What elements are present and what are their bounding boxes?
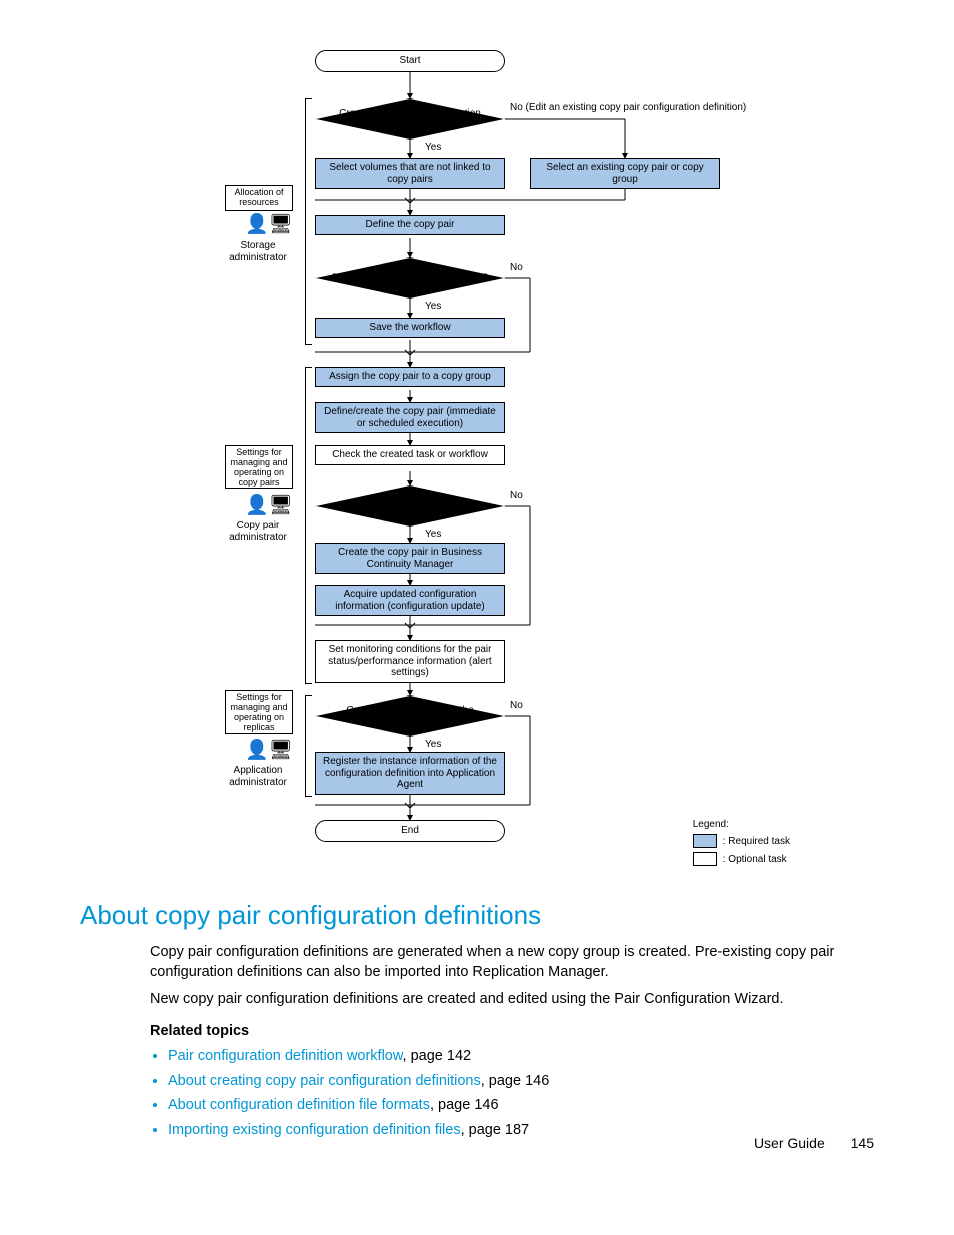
flow-bcm: Create the copy pair in Business Continu… — [315, 543, 505, 574]
page-footer: User Guide 145 — [754, 1135, 874, 1151]
flow-label-no2: No — [510, 262, 523, 273]
flow-label-yes2: Yes — [425, 301, 441, 312]
role-text-storage: Storage administrator — [218, 240, 298, 263]
section-heading: About copy pair configuration definition… — [80, 900, 874, 931]
flow-check-task: Check the created task or workflow — [315, 445, 505, 465]
role-box-allocation: Allocation of resources — [225, 185, 293, 211]
flow-label-yes1: Yes — [425, 142, 441, 153]
flow-assign: Assign the copy pair to a copy group — [315, 367, 505, 387]
flow-define-create: Define/create the copy pair (immediate o… — [315, 402, 505, 433]
person-icon: 👤🖥 — [245, 212, 293, 236]
legend-label-optional: : Optional task — [723, 854, 787, 865]
flow-end: End — [315, 820, 505, 842]
flow-select-volumes: Select volumes that are not linked to co… — [315, 158, 505, 189]
role-box-replicas: Settings for managing and operating on r… — [225, 690, 293, 734]
flow-label-yes3: Yes — [425, 529, 441, 540]
body-paragraph-1: Copy pair configuration definitions are … — [150, 943, 874, 982]
related-link[interactable]: About configuration definition file form… — [168, 1097, 430, 1113]
bracket-1 — [305, 98, 312, 345]
flow-decision-divide: Divide work among administrators? — [315, 257, 505, 299]
legend-swatch-optional — [693, 852, 717, 866]
flow-select-existing: Select an existing copy pair or copy gro… — [530, 158, 720, 189]
legend: Legend: : Required task : Optional task — [693, 819, 790, 870]
legend-label-required: : Required task — [723, 836, 790, 847]
role-box-copypair: Settings for managing and operating on c… — [225, 445, 293, 489]
flow-start: Start — [315, 50, 505, 72]
related-topics-heading: Related topics — [150, 1022, 874, 1042]
flowchart-diagram: Start Create a copy pair configuration d… — [150, 50, 790, 880]
flow-save-workflow: Save the workflow — [315, 318, 505, 338]
flow-acquire: Acquire updated configuration informatio… — [315, 585, 505, 616]
bracket-2 — [305, 367, 312, 684]
flow-label-no-edit: No (Edit an existing copy pair configura… — [510, 102, 746, 113]
related-topics-list: Pair configuration definition workflow, … — [150, 1047, 874, 1140]
role-text-copypair: Copy pair administrator — [218, 520, 298, 543]
flow-define-pair: Define the copy pair — [315, 215, 505, 235]
related-link[interactable]: Importing existing configuration definit… — [168, 1122, 461, 1138]
related-link-item: About configuration definition file form… — [168, 1096, 874, 1116]
person-icon-2: 👤🖥 — [245, 493, 293, 517]
bracket-3 — [305, 695, 312, 797]
footer-label: User Guide — [754, 1135, 825, 1151]
person-icon-3: 👤🖥 — [245, 738, 293, 762]
flow-monitor: Set monitoring conditions for the pair s… — [315, 640, 505, 683]
flow-decision-mainframe: Using a mainframe system? — [315, 485, 505, 527]
flow-register: Register the instance information of the… — [315, 752, 505, 795]
flow-decision-create: Create a copy pair configuration definit… — [315, 98, 505, 140]
related-link-item: Pair configuration definition workflow, … — [168, 1047, 874, 1067]
flow-decision-replica: Create a replica by using the configurat… — [315, 695, 505, 737]
legend-swatch-required — [693, 834, 717, 848]
related-link[interactable]: Pair configuration definition workflow — [168, 1048, 403, 1064]
flow-label-no3: No — [510, 490, 523, 501]
related-link-item: About creating copy pair configuration d… — [168, 1072, 874, 1092]
flow-label-no4: No — [510, 700, 523, 711]
role-text-application: Application administrator — [218, 765, 298, 788]
footer-page: 145 — [851, 1135, 874, 1151]
related-link[interactable]: About creating copy pair configuration d… — [168, 1073, 481, 1089]
body-paragraph-2: New copy pair configuration definitions … — [150, 990, 874, 1010]
flow-label-yes4: Yes — [425, 739, 441, 750]
legend-title: Legend: — [693, 819, 790, 830]
